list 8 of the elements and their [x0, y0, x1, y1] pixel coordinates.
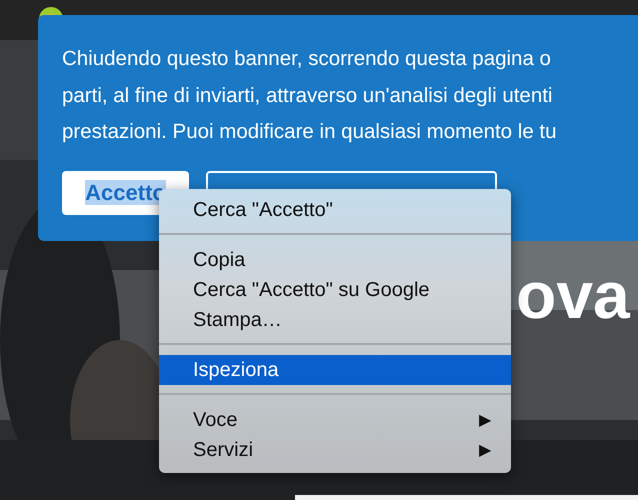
menu-item[interactable]: Cerca "Accetto" su Google — [159, 275, 511, 305]
menu-item[interactable]: Servizi ▶ — [159, 435, 511, 465]
menu-item[interactable]: Stampa… — [159, 305, 511, 335]
menu-item[interactable]: Voce ▶ — [159, 405, 511, 435]
menu-item[interactable]: Ispeziona — [159, 355, 511, 385]
banner-text: Chiudendo questo banner, scorrendo questa pagina o parti, al fine di inviarti, attraverso un'analisi degli utenti prestazioni. Puoi modificare in qualsiasi momento le tu — [62, 46, 558, 145]
headline: ova — [516, 262, 630, 328]
menu-item[interactable]: Copia — [159, 245, 511, 275]
